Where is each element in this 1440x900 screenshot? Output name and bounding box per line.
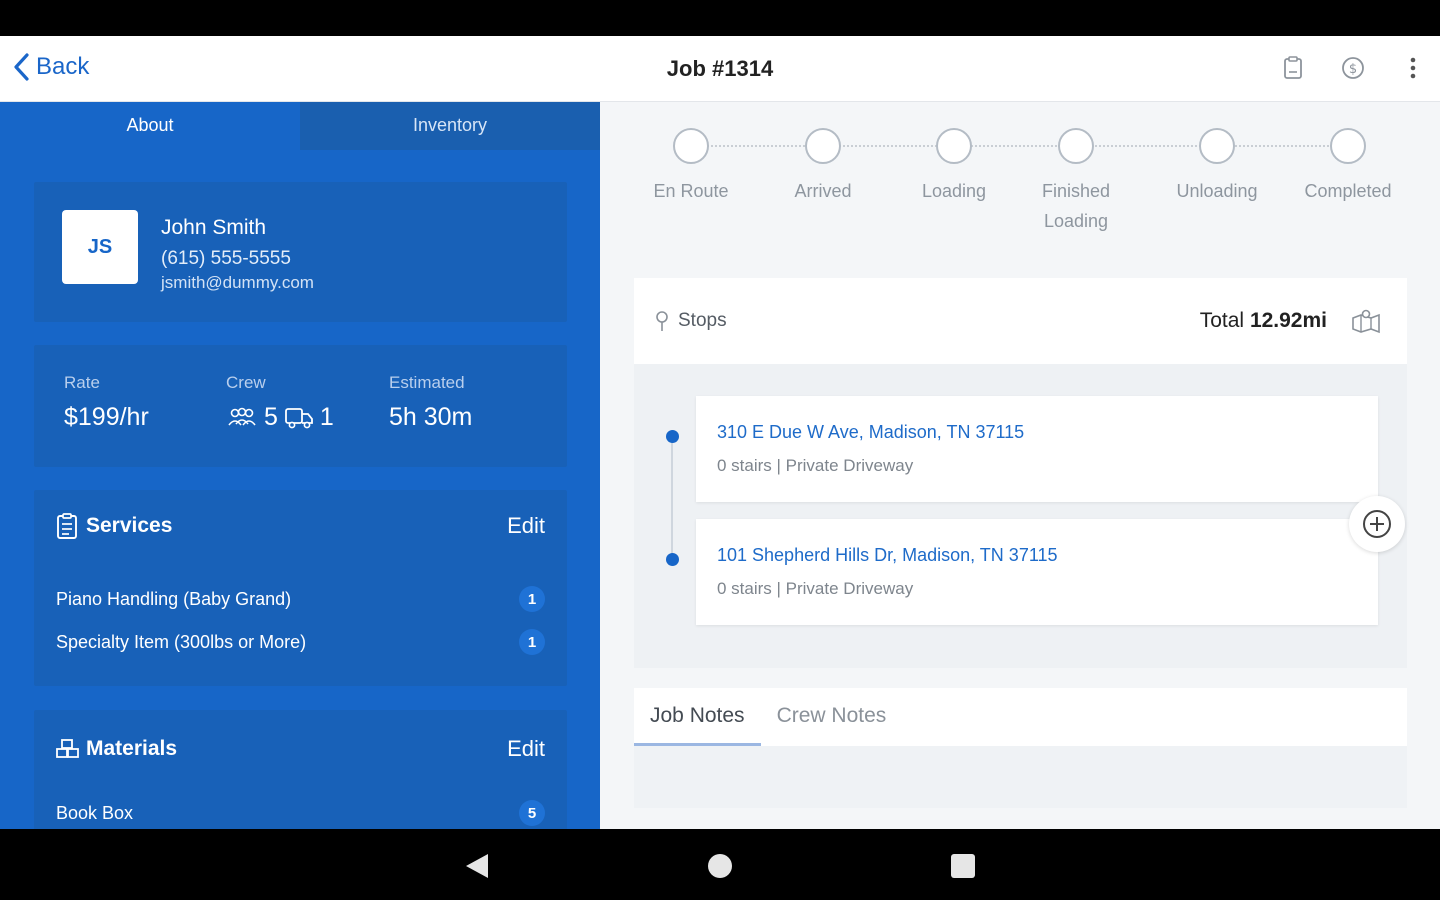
tab-inventory[interactable]: Inventory bbox=[300, 102, 600, 150]
stops-header: Stops Total 12.92mi bbox=[634, 278, 1407, 364]
step-circle bbox=[673, 128, 709, 164]
rates-card: Rate $199/hr Crew 5 1 Estimated 5h 30m bbox=[34, 345, 567, 467]
step-circle bbox=[805, 128, 841, 164]
step-circle bbox=[1199, 128, 1235, 164]
notes-card: Job Notes Crew Notes bbox=[634, 688, 1407, 808]
rate-column: Rate $199/hr bbox=[64, 373, 149, 432]
estimated-column: Estimated 5h 30m bbox=[389, 373, 472, 432]
status-bar bbox=[0, 0, 1440, 36]
service-name: Specialty Item (300lbs or More) bbox=[56, 631, 307, 652]
notes-tabs: Job Notes Crew Notes bbox=[634, 688, 1407, 746]
more-vertical-icon[interactable] bbox=[1400, 54, 1426, 82]
materials-card: Materials Edit Book Box 5 bbox=[34, 710, 567, 829]
job-progress-panel: En Route Arrived Loading Finished Loadin… bbox=[600, 102, 1440, 829]
status-stepper: En Route Arrived Loading Finished Loadin… bbox=[630, 128, 1420, 248]
page-title: Job #1314 bbox=[666, 56, 774, 81]
nav-recents-icon[interactable] bbox=[946, 849, 980, 883]
stop-marker bbox=[666, 553, 679, 566]
total-distance: 12.92mi bbox=[1249, 309, 1327, 332]
stop-detail: 0 stairs | Private Driveway bbox=[717, 456, 914, 475]
back-label: Back bbox=[36, 53, 90, 80]
list-item: Piano Handling (Baby Grand) 1 bbox=[56, 586, 545, 612]
step-circle bbox=[1330, 128, 1366, 164]
step-label: Loading bbox=[921, 181, 987, 201]
stops-card: Stops Total 12.92mi 310 E Due W Ave, Mad… bbox=[634, 278, 1407, 668]
stops-timeline bbox=[671, 438, 673, 561]
material-name: Book Box bbox=[56, 802, 134, 823]
stop-detail: 0 stairs | Private Driveway bbox=[717, 579, 914, 598]
service-qty-badge: 1 bbox=[519, 629, 545, 655]
tab-about[interactable]: About bbox=[0, 102, 300, 150]
material-qty-badge: 5 bbox=[519, 800, 545, 826]
crew-people-count: 5 bbox=[264, 403, 278, 431]
service-qty-badge: 1 bbox=[519, 586, 545, 612]
services-title: Services bbox=[86, 514, 173, 537]
step-arrived[interactable]: Arrived bbox=[758, 128, 888, 206]
services-card: Services Edit Piano Handling (Baby Grand… bbox=[34, 490, 567, 686]
step-completed[interactable]: Completed bbox=[1283, 128, 1413, 206]
crew-label: Crew bbox=[226, 373, 266, 392]
stop-marker bbox=[666, 430, 679, 443]
step-label: Unloading bbox=[1176, 181, 1258, 201]
crew-icon bbox=[228, 407, 256, 426]
avatar: JS bbox=[62, 210, 138, 284]
customer-phone[interactable]: (615) 555-5555 bbox=[161, 248, 291, 270]
map-icon[interactable] bbox=[1351, 308, 1381, 334]
total-label: Total bbox=[1199, 309, 1245, 332]
back-button[interactable]: Back bbox=[12, 52, 89, 82]
step-label: Completed bbox=[1304, 181, 1392, 201]
clipboard-list-icon bbox=[57, 513, 77, 539]
step-loading[interactable]: Loading bbox=[889, 128, 1019, 206]
boxes-icon bbox=[56, 739, 79, 758]
list-item: Specialty Item (300lbs or More) 1 bbox=[56, 629, 545, 655]
stops-title: Stops bbox=[678, 310, 727, 331]
step-label: En Route bbox=[653, 181, 729, 201]
step-label: Finished Loading bbox=[1041, 181, 1111, 231]
service-name: Piano Handling (Baby Grand) bbox=[56, 588, 292, 609]
stop-item[interactable]: 101 Shepherd Hills Dr, Madison, TN 37115… bbox=[696, 519, 1378, 625]
chevron-left-icon bbox=[14, 53, 29, 81]
step-circle bbox=[936, 128, 972, 164]
add-stop-button[interactable] bbox=[1349, 496, 1405, 552]
dollar-icon[interactable]: $ bbox=[1340, 54, 1366, 82]
nav-back-icon[interactable] bbox=[460, 849, 494, 883]
customer-email[interactable]: jsmith@dummy.com bbox=[161, 273, 314, 293]
truck-icon bbox=[285, 407, 313, 428]
tab-job-notes[interactable]: Job Notes bbox=[634, 688, 761, 746]
crew-truck-count: 1 bbox=[319, 403, 334, 431]
estimated-value: 5h 30m bbox=[389, 403, 473, 431]
nav-home-icon[interactable] bbox=[703, 849, 737, 883]
stop-address: 310 E Due W Ave, Madison, TN 37115 bbox=[717, 422, 1025, 442]
step-label: Arrived bbox=[794, 181, 852, 201]
rate-label: Rate bbox=[64, 373, 100, 392]
system-nav-bar bbox=[0, 829, 1440, 900]
tab-crew-notes[interactable]: Crew Notes bbox=[761, 688, 903, 746]
estimated-label: Estimated bbox=[389, 373, 465, 392]
customer-card[interactable]: JS John Smith (615) 555-5555 jsmith@dumm… bbox=[34, 182, 567, 322]
stop-address: 101 Shepherd Hills Dr, Madison, TN 37115 bbox=[717, 545, 1058, 565]
customer-name: John Smith bbox=[161, 216, 267, 239]
stop-item[interactable]: 310 E Due W Ave, Madison, TN 37115 0 sta… bbox=[696, 396, 1378, 502]
step-finished-loading[interactable]: Finished Loading bbox=[1021, 128, 1131, 236]
step-circle bbox=[1058, 128, 1094, 164]
materials-edit-button[interactable]: Edit bbox=[507, 736, 545, 762]
step-unloading[interactable]: Unloading bbox=[1152, 128, 1282, 206]
crew-column: Crew 5 1 bbox=[226, 373, 334, 432]
step-en-route[interactable]: En Route bbox=[626, 128, 756, 206]
rate-value: $199/hr bbox=[64, 403, 149, 431]
app-bar: Back Job #1314 $ bbox=[0, 36, 1440, 102]
left-tabs: About Inventory bbox=[0, 102, 600, 150]
services-edit-button[interactable]: Edit bbox=[507, 513, 545, 539]
map-pin-icon bbox=[656, 311, 668, 331]
job-details-panel: About Inventory JS John Smith (615) 555-… bbox=[0, 102, 600, 829]
list-item: Book Box 5 bbox=[56, 800, 545, 826]
clipboard-icon[interactable] bbox=[1280, 54, 1306, 82]
materials-title: Materials bbox=[86, 737, 178, 760]
plus-circle-icon bbox=[1363, 510, 1391, 538]
svg-text:$: $ bbox=[1349, 62, 1357, 77]
